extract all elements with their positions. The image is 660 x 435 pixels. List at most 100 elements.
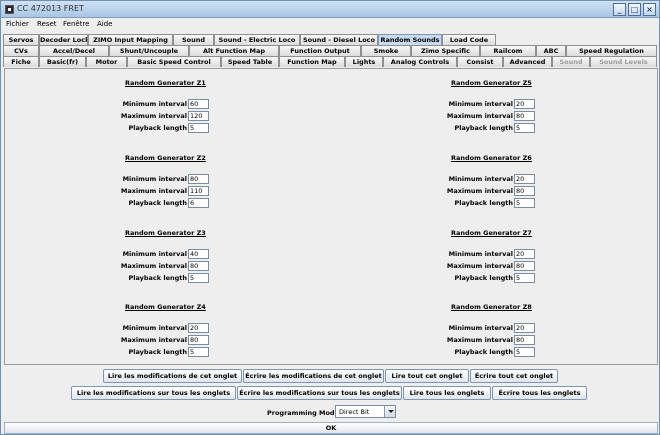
random-sounds-panel [4, 68, 658, 365]
max-interval-label: Maximum interval [446, 336, 513, 344]
playback-length-field[interactable]: 6 [188, 198, 209, 208]
tab-basic-speed-control[interactable]: Basic Speed Control [127, 56, 221, 67]
tab-decoder-lock[interactable]: Decoder Lock [39, 34, 88, 45]
tab-speed-table[interactable]: Speed Table [221, 56, 279, 67]
min-interval-field[interactable]: 40 [188, 249, 209, 259]
min-interval-label: Minimum interval [448, 100, 513, 108]
tab-motor[interactable]: Motor [86, 56, 127, 67]
minimize-button[interactable]: _ [613, 3, 626, 16]
max-interval-label: Maximum interval [446, 262, 513, 270]
playback-length-field[interactable]: 5 [188, 273, 209, 283]
max-interval-field[interactable]: 80 [514, 261, 535, 271]
playback-length-label: Playback length [128, 274, 187, 282]
programming-mode-select[interactable]: Direct Bit [335, 405, 396, 418]
programming-mode-label: Programming Mode [267, 409, 339, 417]
write-all-tabs-button[interactable]: Écrire tous les onglets [492, 386, 587, 400]
min-interval-field[interactable]: 20 [514, 174, 535, 184]
write-all-tabs-changes-button[interactable]: Écrire les modifications sur tous les on… [237, 386, 402, 400]
tab-advanced[interactable]: Advanced [503, 56, 552, 67]
min-interval-label: Minimum interval [448, 175, 513, 183]
generator-title: Random Generator Z4 [125, 303, 206, 311]
generator-title: Random Generator Z8 [451, 303, 532, 311]
playback-length-field[interactable]: 5 [514, 198, 535, 208]
read-all-tabs-button[interactable]: Lire tous les onglets [403, 386, 491, 400]
min-interval-field[interactable]: 20 [188, 323, 209, 333]
max-interval-field[interactable]: 80 [514, 186, 535, 196]
menu-reset[interactable]: Reset [37, 20, 57, 28]
read-all-tabs-changes-button[interactable]: Lire les modifications sur tous les ongl… [71, 386, 236, 400]
tab-speed-regulation[interactable]: Speed Regulation [566, 45, 657, 56]
tab-abc[interactable]: ABC [536, 45, 566, 56]
max-interval-label: Maximum interval [446, 112, 513, 120]
tab-sound-disabled[interactable]: Sound [552, 56, 590, 67]
tab-analog-controls[interactable]: Analog Controls [383, 56, 457, 67]
tab-sound-diesel-loco[interactable]: Sound - Diesel Loco [300, 34, 378, 45]
tab-accel-decel[interactable]: Accel/Decel [39, 45, 109, 56]
tab-random-sounds[interactable]: Random Sounds [378, 34, 442, 45]
generator-title: Random Generator Z1 [125, 79, 206, 87]
tab-railcom[interactable]: Railcom [480, 45, 536, 56]
write-tab-changes-button[interactable]: Écrire les modifications de cet onglet [243, 369, 384, 383]
max-interval-field[interactable]: 110 [188, 186, 209, 196]
max-interval-field[interactable]: 80 [188, 335, 209, 345]
min-interval-field[interactable]: 20 [514, 99, 535, 109]
tab-function-map[interactable]: Function Map [279, 56, 345, 67]
ok-button[interactable]: OK [4, 422, 658, 434]
max-interval-field[interactable]: 80 [514, 335, 535, 345]
menu-aide[interactable]: Aide [97, 20, 112, 28]
playback-length-label: Playback length [454, 124, 513, 132]
min-interval-field[interactable]: 60 [188, 99, 209, 109]
tab-servos[interactable]: Servos [3, 34, 39, 45]
min-interval-label: Minimum interval [448, 324, 513, 332]
chevron-down-icon[interactable] [384, 406, 395, 417]
tab-basic-fr[interactable]: Basic(fr) [39, 56, 86, 67]
tab-sound[interactable]: Sound [173, 34, 214, 45]
max-interval-field[interactable]: 80 [514, 111, 535, 121]
tab-zimo-input-mapping[interactable]: ZIMO Input Mapping [88, 34, 173, 45]
close-button[interactable]: × [643, 3, 656, 16]
write-all-tab-button[interactable]: Écrire tout cet onglet [470, 369, 558, 383]
generator-title: Random Generator Z7 [451, 229, 532, 237]
generator-title: Random Generator Z3 [125, 229, 206, 237]
menu-bar: Fichier Reset Fenêtre Aide [1, 18, 659, 31]
tab-load-code[interactable]: Load Code [442, 34, 496, 45]
min-interval-field[interactable]: 20 [514, 323, 535, 333]
tab-function-output[interactable]: Function Output [279, 45, 361, 56]
min-interval-field[interactable]: 20 [514, 249, 535, 259]
tab-sound-electric-loco[interactable]: Sound - Electric Loco [214, 34, 300, 45]
tab-sound-levels[interactable]: Sound Levels [590, 56, 657, 67]
tab-smoke[interactable]: Smoke [361, 45, 411, 56]
read-tab-changes-button[interactable]: Lire les modifications de cet onglet [103, 369, 242, 383]
min-interval-label: Minimum interval [122, 324, 187, 332]
tab-cvs[interactable]: CVs [3, 45, 39, 56]
min-interval-field[interactable]: 80 [188, 174, 209, 184]
playback-length-field[interactable]: 5 [188, 123, 209, 133]
tab-lights[interactable]: Lights [345, 56, 383, 67]
max-interval-label: Maximum interval [446, 187, 513, 195]
window-title: CC 472013 FRET [17, 4, 84, 13]
application-window: CC 472013 FRET _ □ × Fichier Reset Fenêt… [0, 0, 660, 435]
tab-consist[interactable]: Consist [457, 56, 503, 67]
tab-fiche[interactable]: Fiche [3, 56, 39, 67]
max-interval-field[interactable]: 80 [188, 261, 209, 271]
menu-fichier[interactable]: Fichier [6, 20, 29, 28]
playback-length-field[interactable]: 5 [514, 273, 535, 283]
tab-zimo-specific[interactable]: Zimo Specific [411, 45, 480, 56]
playback-length-label: Playback length [454, 199, 513, 207]
max-interval-field[interactable]: 120 [188, 111, 209, 121]
max-interval-label: Maximum interval [120, 336, 187, 344]
playback-length-label: Playback length [454, 274, 513, 282]
max-interval-label: Maximum interval [120, 262, 187, 270]
playback-length-field[interactable]: 5 [188, 347, 209, 357]
read-all-tab-button[interactable]: Lire tout cet onglet [385, 369, 469, 383]
tab-shunt-uncouple[interactable]: Shunt/Uncouple [109, 45, 189, 56]
max-interval-label: Maximum interval [120, 112, 187, 120]
playback-length-label: Playback length [128, 348, 187, 356]
playback-length-field[interactable]: 5 [514, 123, 535, 133]
title-bar[interactable]: CC 472013 FRET _ □ × [1, 1, 659, 18]
menu-fenetre[interactable]: Fenêtre [63, 20, 89, 28]
playback-length-field[interactable]: 5 [514, 347, 535, 357]
min-interval-label: Minimum interval [122, 250, 187, 258]
maximize-button[interactable]: □ [628, 3, 641, 16]
tab-alt-function-map[interactable]: Alt Function Map [189, 45, 279, 56]
